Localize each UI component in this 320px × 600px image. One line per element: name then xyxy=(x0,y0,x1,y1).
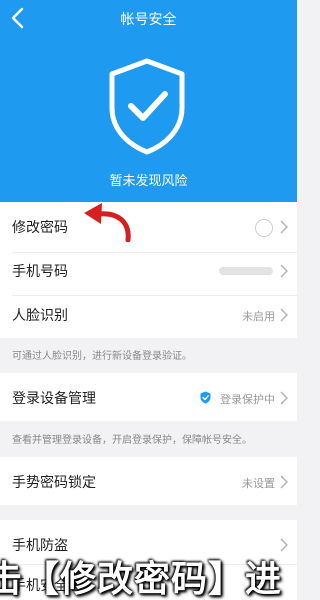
chevron-right-icon xyxy=(280,391,288,405)
row-label: 登录设备管理 xyxy=(12,391,96,407)
row-label: 修改密码 xyxy=(12,220,68,236)
row-value: 未启用 xyxy=(242,310,275,323)
face-hint: 可通过人脸识别，进行新设备登录验证。 xyxy=(12,351,192,362)
security-status: 暂未发现风险 xyxy=(109,174,188,189)
device-hint: 查看并管理登录设备，开启登录保护，保障帐号安全。 xyxy=(12,435,252,446)
row-phone-number[interactable]: 手机号码 xyxy=(0,246,297,296)
chevron-right-icon xyxy=(280,308,288,322)
chevron-right-icon xyxy=(280,220,288,234)
row-value: 未设置 xyxy=(242,477,275,490)
masked-phone-value xyxy=(219,267,273,275)
shield-check-icon xyxy=(109,58,185,155)
row-gesture-lock[interactable]: 手势密码锁定 未设置 xyxy=(0,457,297,507)
account-card: 修改密码 手机号码 人脸识别 未启用 xyxy=(0,202,297,338)
chevron-right-icon xyxy=(280,475,288,489)
row-change-password[interactable]: 修改密码 xyxy=(0,202,297,252)
row-face-recognition[interactable]: 人脸识别 未启用 xyxy=(0,290,297,340)
page-title: 帐号安全 xyxy=(120,12,177,28)
row-device-management[interactable]: 登录设备管理 登录保护中 xyxy=(0,373,297,423)
row-label: 手势密码锁定 xyxy=(12,475,96,491)
gesture-card: 手势密码锁定 未设置 xyxy=(0,457,297,505)
chevron-right-icon xyxy=(280,264,288,278)
row-label: 人脸识别 xyxy=(12,308,68,324)
instruction-caption: 击【修改密码】进 xyxy=(0,548,297,600)
shield-check-icon xyxy=(200,391,211,404)
row-value: 登录保护中 xyxy=(220,393,275,406)
loading-indicator xyxy=(255,219,273,237)
header-hero: 帐号安全 暂未发现风险 xyxy=(0,0,297,202)
caption-text: 击【修改密码】进 xyxy=(0,559,283,600)
row-label: 手机号码 xyxy=(12,264,68,280)
device-card: 登录设备管理 登录保护中 xyxy=(0,373,297,421)
pointer-arrow-annotation xyxy=(84,203,131,242)
